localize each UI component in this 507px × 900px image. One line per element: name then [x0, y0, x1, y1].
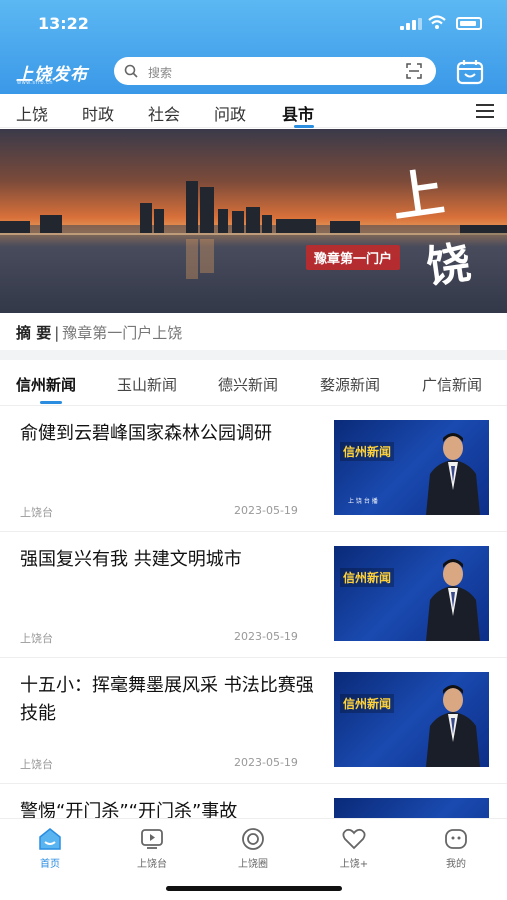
- section-divider: [0, 350, 507, 360]
- home-indicator: [166, 886, 342, 891]
- subtab-dexing[interactable]: 德兴新闻: [218, 374, 278, 395]
- menu-icon[interactable]: [476, 104, 494, 118]
- news-item[interactable]: 俞健到云碧峰国家森林公园调研 上饶台 2023-05-19 信州新闻 上 饶 台…: [0, 406, 507, 532]
- news-date: 2023-05-19: [234, 630, 298, 643]
- news-anchor-image: [426, 559, 480, 641]
- subtab-yushan[interactable]: 玉山新闻: [117, 374, 177, 395]
- news-date: 2023-05-19: [234, 756, 298, 769]
- signal-icon: [400, 18, 422, 30]
- nav-shangrao-circle[interactable]: 上饶圈: [213, 827, 293, 870]
- subtab-wuyuan[interactable]: 婺源新闻: [320, 374, 380, 395]
- news-anchor-image: [426, 433, 480, 515]
- news-source: 上饶台: [20, 632, 53, 645]
- tab-shangrao[interactable]: 上饶: [16, 101, 48, 125]
- banner-big-char-2: 饶: [423, 237, 474, 294]
- county-news-tabs: 信州新闻 玉山新闻 德兴新闻 婺源新闻 广信新闻: [0, 360, 507, 406]
- news-title: 强国复兴有我 共建文明城市: [20, 549, 242, 570]
- nav-profile[interactable]: 我的: [416, 827, 496, 870]
- logo-subtext: www.srfb.cn: [17, 80, 54, 86]
- news-source: 上饶台: [20, 758, 53, 771]
- search-bar[interactable]: 搜索: [114, 57, 436, 85]
- banner-tag: 豫章第一门户: [306, 245, 401, 270]
- heart-icon: [342, 828, 366, 850]
- news-item[interactable]: 强国复兴有我 共建文明城市 上饶台 2023-05-19 信州新闻: [0, 532, 507, 658]
- active-subtab-indicator: [40, 401, 62, 404]
- tab-wenzheng[interactable]: 问政: [214, 101, 246, 125]
- status-time: 13:22: [38, 14, 89, 33]
- news-anchor-image: [426, 685, 480, 767]
- nav-shangrao-plus[interactable]: 上饶+: [314, 827, 394, 870]
- news-title: 俞健到云碧峰国家森林公园调研: [20, 423, 272, 444]
- nav-shangrao-plus-label: 上饶+: [339, 859, 369, 870]
- subtab-guangxin[interactable]: 广信新闻: [422, 374, 482, 395]
- nav-profile-label: 我的: [446, 859, 466, 870]
- banner-big-char-1: 上: [387, 161, 448, 230]
- search-icon: [124, 64, 138, 78]
- news-source: 上饶台: [20, 506, 53, 519]
- nav-home[interactable]: 首页: [10, 827, 90, 870]
- summary-text: 豫章第一门户上饶: [62, 324, 183, 342]
- tab-shizheng[interactable]: 时政: [82, 101, 114, 125]
- thumbnail-label: 信州新闻: [340, 442, 395, 461]
- thumbnail-label: 信州新闻: [340, 694, 395, 713]
- banner-image[interactable]: 豫章第一门户 上 饶: [0, 129, 507, 313]
- news-title: 十五小：挥毫舞墨展风采 书法比赛强技能: [20, 675, 314, 724]
- status-bar: 13:22: [0, 0, 507, 46]
- news-thumbnail: 信州新闻: [334, 672, 489, 767]
- channel-tabs: 上饶 时政 社会 问政 县市: [0, 94, 507, 128]
- tv-icon: [141, 829, 163, 849]
- nav-shangrao-tv-label: 上饶台: [137, 859, 167, 870]
- search-placeholder: 搜索: [148, 66, 173, 80]
- home-icon: [39, 828, 61, 850]
- nav-shangrao-tv[interactable]: 上饶台: [112, 827, 192, 870]
- subtab-xinzhou[interactable]: 信州新闻: [16, 374, 76, 395]
- nav-home-label: 首页: [40, 859, 60, 870]
- thumbnail-sublabel: 上 饶 台 播: [348, 498, 378, 505]
- app-logo: 上饶发布 www.srfb.cn: [16, 60, 106, 86]
- app-header: 13:22 上饶发布 www.srfb.cn 搜索: [0, 0, 507, 94]
- tab-shehui[interactable]: 社会: [148, 101, 180, 125]
- summary-label: 摘 要: [16, 324, 52, 342]
- banner-summary: 摘 要 | 豫章第一门户上饶: [16, 322, 182, 343]
- thumbnail-label: 信州新闻: [340, 568, 395, 587]
- profile-icon: [445, 829, 467, 849]
- news-thumbnail: 信州新闻 上 饶 台 播: [334, 420, 489, 515]
- circle-icon: [242, 828, 264, 850]
- active-tab-indicator: [294, 125, 314, 128]
- nav-shangrao-circle-label: 上饶圈: [238, 859, 268, 870]
- wifi-icon: [428, 15, 446, 29]
- tab-xianshi[interactable]: 县市: [282, 101, 314, 125]
- news-date: 2023-05-19: [234, 504, 298, 517]
- calendar-icon[interactable]: [456, 58, 484, 86]
- summary-separator: |: [54, 324, 60, 342]
- battery-icon: [456, 17, 482, 30]
- scan-icon[interactable]: [406, 63, 422, 79]
- news-item[interactable]: 十五小：挥毫舞墨展风采 书法比赛强技能 上饶台 2023-05-19 信州新闻: [0, 658, 507, 784]
- news-thumbnail: 信州新闻: [334, 546, 489, 641]
